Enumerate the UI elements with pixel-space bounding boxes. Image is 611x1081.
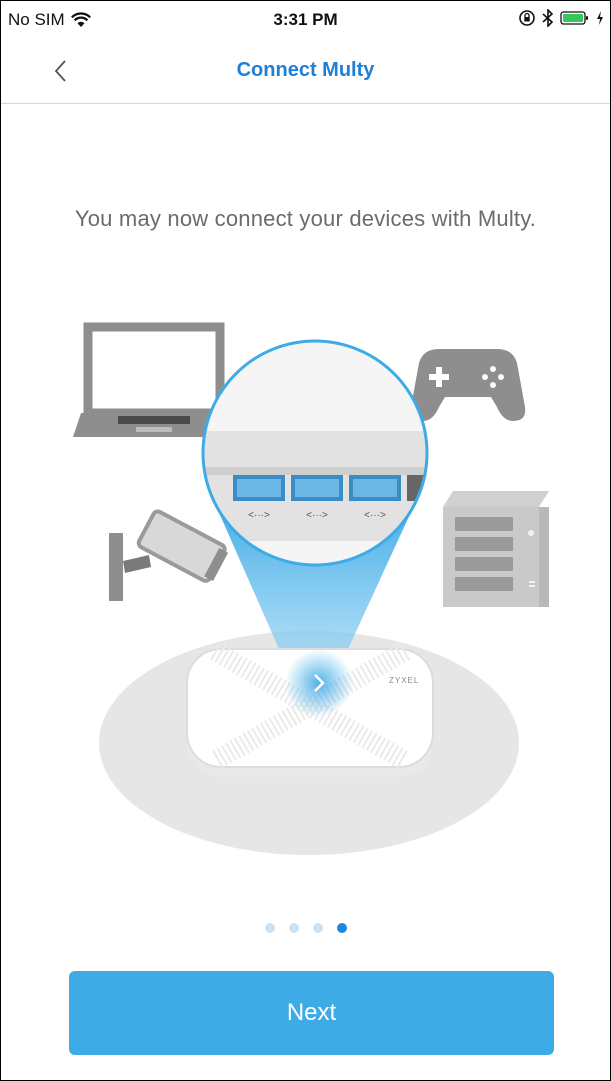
- gamepad-icon: [410, 349, 526, 421]
- instruction-text: You may now connect your devices with Mu…: [74, 206, 537, 231]
- battery-icon: [560, 11, 588, 25]
- app-screen: No SIM 3:31 PM Connect Multy You may now…: [0, 0, 611, 1081]
- status-right: [518, 9, 604, 27]
- router-brand-label: ZYXEL: [389, 676, 419, 685]
- orientation-lock-icon: [519, 10, 535, 26]
- router-icon: ZYXEL: [186, 642, 434, 777]
- status-bar: No SIM 3:31 PM: [1, 1, 610, 39]
- connection-diagram: <···> <···> <···> ZYXEL: [73, 322, 549, 855]
- page-dot-1: [264, 923, 275, 933]
- security-camera-icon: [109, 509, 229, 601]
- port-label-3: <···>: [364, 510, 386, 521]
- page-indicator: [1, 923, 610, 933]
- page-dot-4-active: [336, 923, 347, 933]
- page-dot-2: [288, 923, 299, 933]
- page-title: Connect Multy: [236, 59, 375, 81]
- port-label-1: <···>: [248, 510, 270, 521]
- next-button-label: Next: [286, 999, 337, 1026]
- navigation-bar: Connect Multy: [1, 39, 610, 104]
- page-dot-3: [312, 923, 323, 933]
- next-button[interactable]: Next: [69, 971, 554, 1055]
- port-label-2: <···>: [306, 510, 328, 521]
- bluetooth-icon: [542, 9, 554, 27]
- nas-server-icon: [443, 491, 549, 607]
- charging-icon: [597, 11, 603, 25]
- connect-illustration: <···> <···> <···> ZYXEL: [1, 311, 610, 871]
